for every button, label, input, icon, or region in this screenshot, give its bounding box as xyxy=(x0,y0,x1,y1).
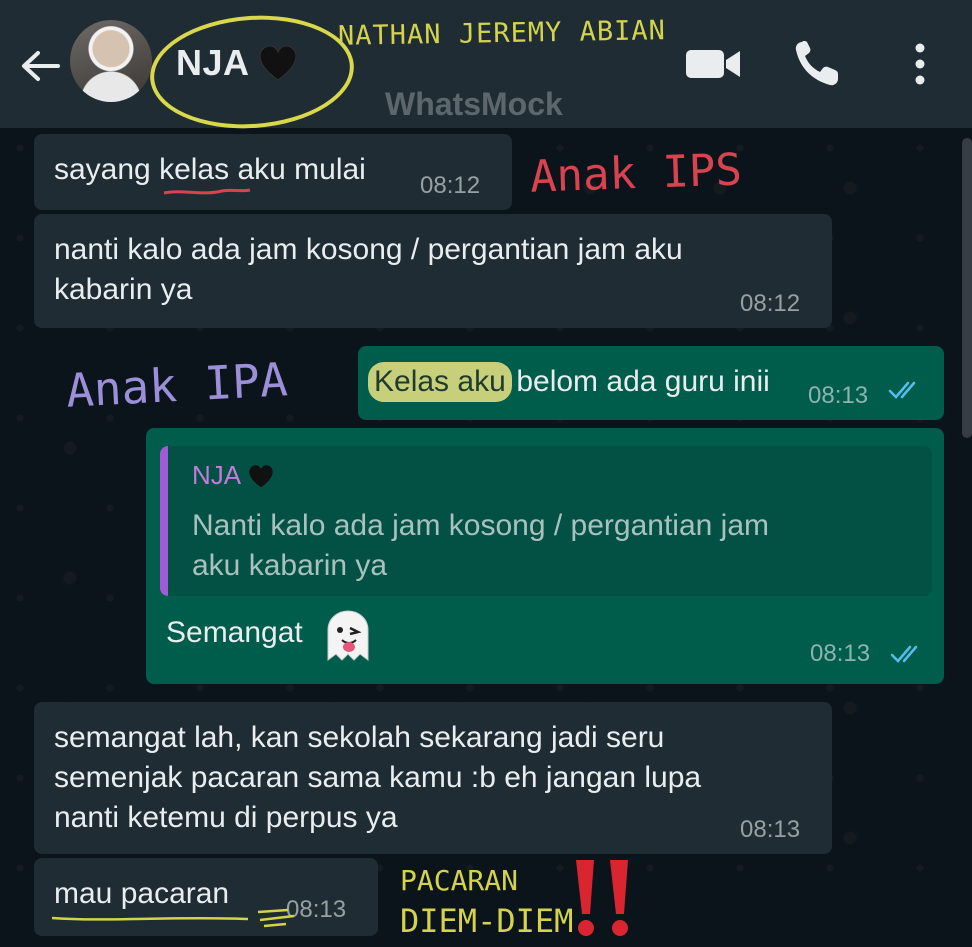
yellow-underline-annotation xyxy=(51,908,295,928)
message-text: belom ada guru inii xyxy=(508,365,770,398)
whatsapp-chat-screen: NJA NATHAN JEREMY ABIAN WhatsMock sayang… xyxy=(0,0,972,947)
watermark: WhatsMock xyxy=(385,86,563,122)
message-bubble-incoming[interactable]: mau pacaran 08:13 xyxy=(34,858,378,936)
message-bubble-incoming[interactable]: nanti kalo ada jam kosong / pergantian j… xyxy=(34,214,832,328)
voice-call-icon[interactable] xyxy=(792,38,842,90)
anak-ips-annotation: Anak IPS xyxy=(529,144,743,203)
message-time: 08:13 xyxy=(808,382,869,409)
pacaran-annotation: PACARAN xyxy=(400,864,519,897)
message-text: sayang kelas aku mulai xyxy=(54,153,366,186)
message-bubble-incoming[interactable]: sayang kelas aku mulai 08:12 xyxy=(34,134,512,210)
message-time: 08:13 xyxy=(740,816,801,843)
diem-diem-annotation: DIEM-DIEM xyxy=(400,902,574,940)
video-call-icon[interactable] xyxy=(684,38,742,90)
double-exclamation-icon xyxy=(576,860,628,936)
back-arrow-icon[interactable] xyxy=(18,44,62,88)
highlighted-text: Kelas aku xyxy=(368,362,512,402)
message-bubble-outgoing[interactable]: Kelas aku belom ada guru inii 08:13 xyxy=(358,346,944,420)
red-underline-annotation xyxy=(163,188,251,195)
ghost-tongue-emoji xyxy=(327,610,369,661)
avatar[interactable] xyxy=(70,20,152,102)
quoted-text: Nanti kalo ada jam kosong / pergantian j… xyxy=(192,509,770,582)
message-text: Semangat xyxy=(166,616,303,649)
message-time: 08:12 xyxy=(740,290,801,317)
contact-name[interactable]: NJA xyxy=(176,42,250,84)
quoted-sender-name: NJA xyxy=(192,460,242,490)
message-time: 08:13 xyxy=(810,640,871,667)
black-heart-icon xyxy=(249,465,273,488)
read-receipt-icon xyxy=(890,645,918,663)
chat-header: NJA NATHAN JEREMY ABIAN WhatsMock xyxy=(0,0,972,135)
message-time: 08:12 xyxy=(420,172,481,199)
full-name-annotation: NATHAN JEREMY ABIAN xyxy=(337,15,667,52)
message-text: nanti kalo ada jam kosong / pergantian j… xyxy=(54,233,683,306)
read-receipt-icon xyxy=(888,381,916,399)
scrollbar[interactable] xyxy=(962,138,972,438)
quote-accent-bar xyxy=(160,446,168,596)
message-text: semangat lah, kan sekolah sekarang jadi … xyxy=(54,721,702,834)
message-bubble-incoming[interactable]: semangat lah, kan sekolah sekarang jadi … xyxy=(34,702,832,854)
black-heart-icon xyxy=(259,45,297,81)
anak-ipa-annotation: Anak IPA xyxy=(64,352,289,418)
more-menu-icon[interactable] xyxy=(906,38,934,90)
quoted-message[interactable]: NJA Nanti kalo ada jam kosong / perganti… xyxy=(160,446,932,596)
